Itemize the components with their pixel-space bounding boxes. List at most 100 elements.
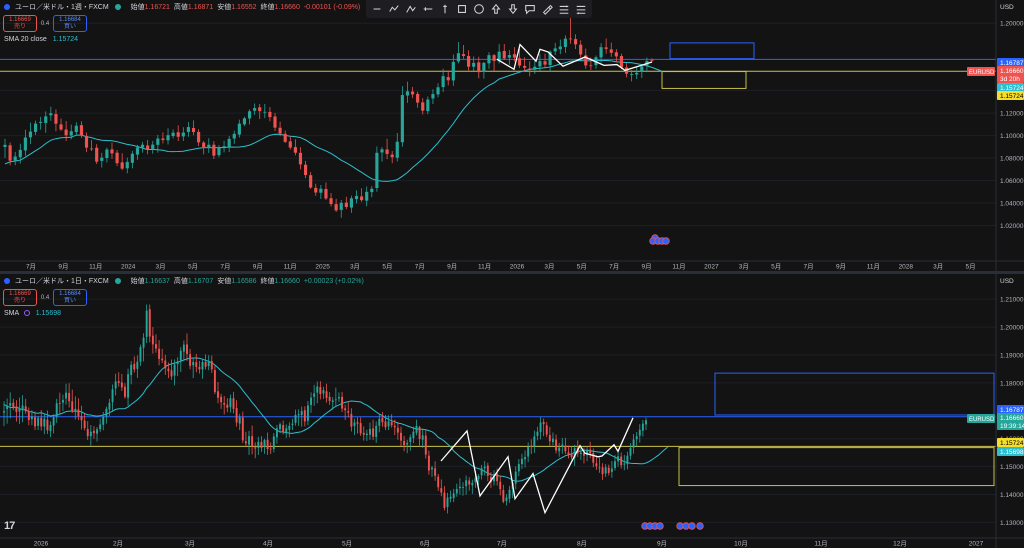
candle	[161, 138, 165, 141]
candle	[49, 113, 53, 116]
time-tick-label: 3月	[933, 263, 943, 271]
candle	[171, 132, 175, 137]
candle	[592, 452, 595, 463]
daily-title[interactable]: ユーロ／米ドル・1日・FXCM	[15, 278, 109, 285]
callout-icon[interactable]	[523, 2, 537, 16]
time-tick-label: 9月	[642, 263, 652, 271]
horizontal-line-icon[interactable]	[421, 2, 435, 16]
sma-value: 1.15698	[35, 310, 62, 317]
arrow-down-icon[interactable]	[506, 2, 520, 16]
ohlc-key: 始値	[130, 278, 145, 285]
candle	[207, 361, 210, 367]
weekly-sma-legend[interactable]: SMA 20 close 1.15724	[4, 36, 78, 43]
candle	[443, 492, 446, 508]
candle	[268, 111, 272, 118]
polyline-icon[interactable]	[387, 2, 401, 16]
candle	[293, 147, 297, 153]
candle	[37, 418, 40, 426]
candle	[40, 417, 43, 427]
vertical-line-icon[interactable]	[438, 2, 452, 16]
sell-button[interactable]: 1.16669 売り	[3, 289, 37, 306]
candle	[186, 344, 188, 354]
buy-button[interactable]: 1.16684 買い	[53, 15, 87, 32]
time-tick-label: 2026	[34, 541, 49, 548]
candle	[68, 392, 71, 402]
candle	[558, 447, 561, 452]
time-tick-label: 2025	[315, 264, 330, 271]
daily-chart-canvas[interactable]: USD1.210001.200001.190001.180001.160001.…	[0, 274, 1024, 548]
ohlc-value: 1.16707	[187, 278, 214, 285]
candle	[635, 436, 638, 440]
ohlc-key: 高値	[173, 4, 188, 11]
sell-price: 1.16669	[9, 291, 31, 297]
candle	[421, 102, 425, 111]
long-position-icon[interactable]	[557, 2, 571, 16]
candle	[415, 425, 418, 433]
candle	[617, 456, 620, 462]
candle	[46, 419, 49, 431]
candle	[427, 455, 430, 471]
daily-sma-legend[interactable]: SMA 1.15698	[4, 310, 61, 317]
candle	[65, 392, 67, 399]
rectangle-icon[interactable]	[455, 2, 469, 16]
weekly-title[interactable]: ユーロ／米ドル・1週・FXCM	[15, 4, 109, 11]
time-tick-label: 6月	[420, 540, 430, 548]
candle	[111, 389, 114, 403]
event-dot	[688, 522, 696, 530]
candle	[181, 132, 185, 137]
tradingview-logo-icon[interactable]: 17	[4, 520, 15, 532]
candle	[551, 438, 554, 443]
candle	[220, 396, 223, 403]
candle	[354, 195, 359, 200]
candle	[303, 410, 306, 422]
settings-gear-icon[interactable]	[23, 310, 30, 317]
candle	[350, 413, 353, 427]
time-tick-label: 5月	[188, 263, 198, 271]
candle	[508, 489, 511, 499]
minus-icon[interactable]	[370, 2, 384, 16]
candle	[528, 68, 532, 70]
candle	[539, 422, 542, 432]
candle	[369, 428, 371, 435]
candle	[136, 361, 139, 369]
weekly-chart-canvas[interactable]: USD1.200001.140001.120001.100001.080001.…	[0, 0, 1024, 271]
daily-chart-pane[interactable]: USD1.210001.200001.190001.180001.160001.…	[0, 274, 1024, 548]
brush-icon[interactable]	[540, 2, 554, 16]
buy-button[interactable]: 1.16684 買い	[53, 289, 87, 306]
candle	[27, 411, 30, 420]
weekly-chart-pane[interactable]: USD1.200001.140001.120001.100001.080001.…	[0, 0, 1024, 271]
price-tick-label: 1.13000	[1000, 520, 1024, 527]
sell-button[interactable]: 1.16669 売り	[3, 15, 37, 32]
candle	[166, 135, 170, 141]
price-tick-label: 1.20000	[1000, 21, 1024, 28]
ohlc-key: 始値	[130, 4, 145, 11]
candle	[258, 107, 262, 112]
candle	[198, 366, 201, 370]
candle	[629, 447, 632, 456]
candle	[390, 154, 394, 158]
sma-label: SMA 20 close	[4, 36, 47, 43]
candle	[207, 144, 211, 148]
candle	[130, 153, 134, 163]
path-icon[interactable]	[404, 2, 418, 16]
daily-ohlc: 始値1.16637 高値1.16707 安値1.16586 終値1.16660 +0.0…	[127, 278, 364, 285]
candle	[263, 111, 267, 113]
candle	[151, 335, 154, 345]
candle	[372, 428, 375, 437]
time-tick-label: 2月	[113, 540, 123, 548]
candle	[298, 152, 303, 165]
zigzag-drawing	[496, 43, 653, 72]
time-tick-label: 7月	[26, 263, 36, 271]
arrow-up-icon[interactable]	[489, 2, 503, 16]
ohlc-key: 高値	[173, 278, 188, 285]
buy-price: 1.16684	[59, 17, 81, 23]
spread-value: 0.4	[40, 20, 50, 27]
candle	[100, 157, 104, 161]
sell-price: 1.16669	[9, 17, 31, 23]
economic-event-icon	[649, 237, 670, 245]
price-tag-text: 1.16660	[1000, 68, 1024, 75]
short-position-icon[interactable]	[574, 2, 588, 16]
candle	[260, 442, 263, 448]
candle	[356, 422, 359, 424]
circle-icon[interactable]	[472, 2, 486, 16]
